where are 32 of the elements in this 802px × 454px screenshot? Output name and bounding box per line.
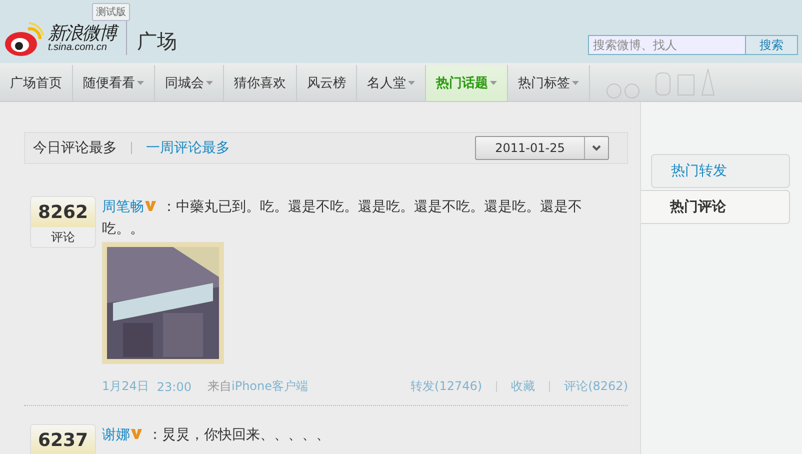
nav-tab[interactable]: 热门标签 <box>508 65 590 101</box>
count-label: 评论 <box>50 228 76 246</box>
nav-tab[interactable]: 广场首页 <box>0 65 73 101</box>
post-text: 谢娜 ：炅炅，你快回来、、、、、 <box>102 426 331 445</box>
post-source: 来自 iPhone客户端 <box>208 378 308 395</box>
filter-tab[interactable]: 一周评论最多 <box>146 139 230 157</box>
comment-count: 6237 <box>31 425 95 454</box>
search-button[interactable]: 搜索 <box>746 35 798 55</box>
nav-tab[interactable]: 随便看看 <box>73 65 155 101</box>
post-text: 周笔畅 ：中藥丸已到。吃。還是不吃。還是吃。還是不吃。還是吃。還是不吃。。 <box>102 198 583 239</box>
side-tab[interactable]: 热门转发 <box>651 154 790 188</box>
date-dropdown[interactable]: 2011-01-25 <box>475 136 609 160</box>
nav-tab[interactable]: 同城会 <box>155 65 224 101</box>
post-date[interactable]: 1月24日 <box>102 378 149 395</box>
nav-tab[interactable]: 风云榜 <box>297 65 357 101</box>
post-time[interactable]: 23:00 <box>156 380 192 394</box>
side-tab[interactable]: 热门评论 <box>641 190 790 224</box>
nav-tab[interactable]: 热门话题 <box>426 65 508 101</box>
beta-badge: 测试版 <box>92 3 130 21</box>
logo-icon <box>4 21 44 57</box>
comment-count: 8262 <box>31 197 95 227</box>
section-title: 广场 <box>137 28 177 55</box>
logo-url: t.sina.com.cn <box>48 43 108 53</box>
chevron-down-icon <box>592 145 601 151</box>
author-link[interactable]: 周笔畅 <box>102 199 144 215</box>
filter-tab[interactable]: 今日评论最多 <box>33 139 117 157</box>
search-field[interactable]: 搜索微博、找人 <box>588 35 746 55</box>
author-link[interactable]: 谢娜 <box>102 427 130 443</box>
comment-link[interactable]: 评论(8262) <box>564 378 628 395</box>
nav-tab[interactable]: 猜你喜欢 <box>224 65 297 101</box>
favorite-link[interactable]: 收藏 <box>511 378 536 395</box>
repost-link[interactable]: 转发(12746) <box>410 378 482 395</box>
